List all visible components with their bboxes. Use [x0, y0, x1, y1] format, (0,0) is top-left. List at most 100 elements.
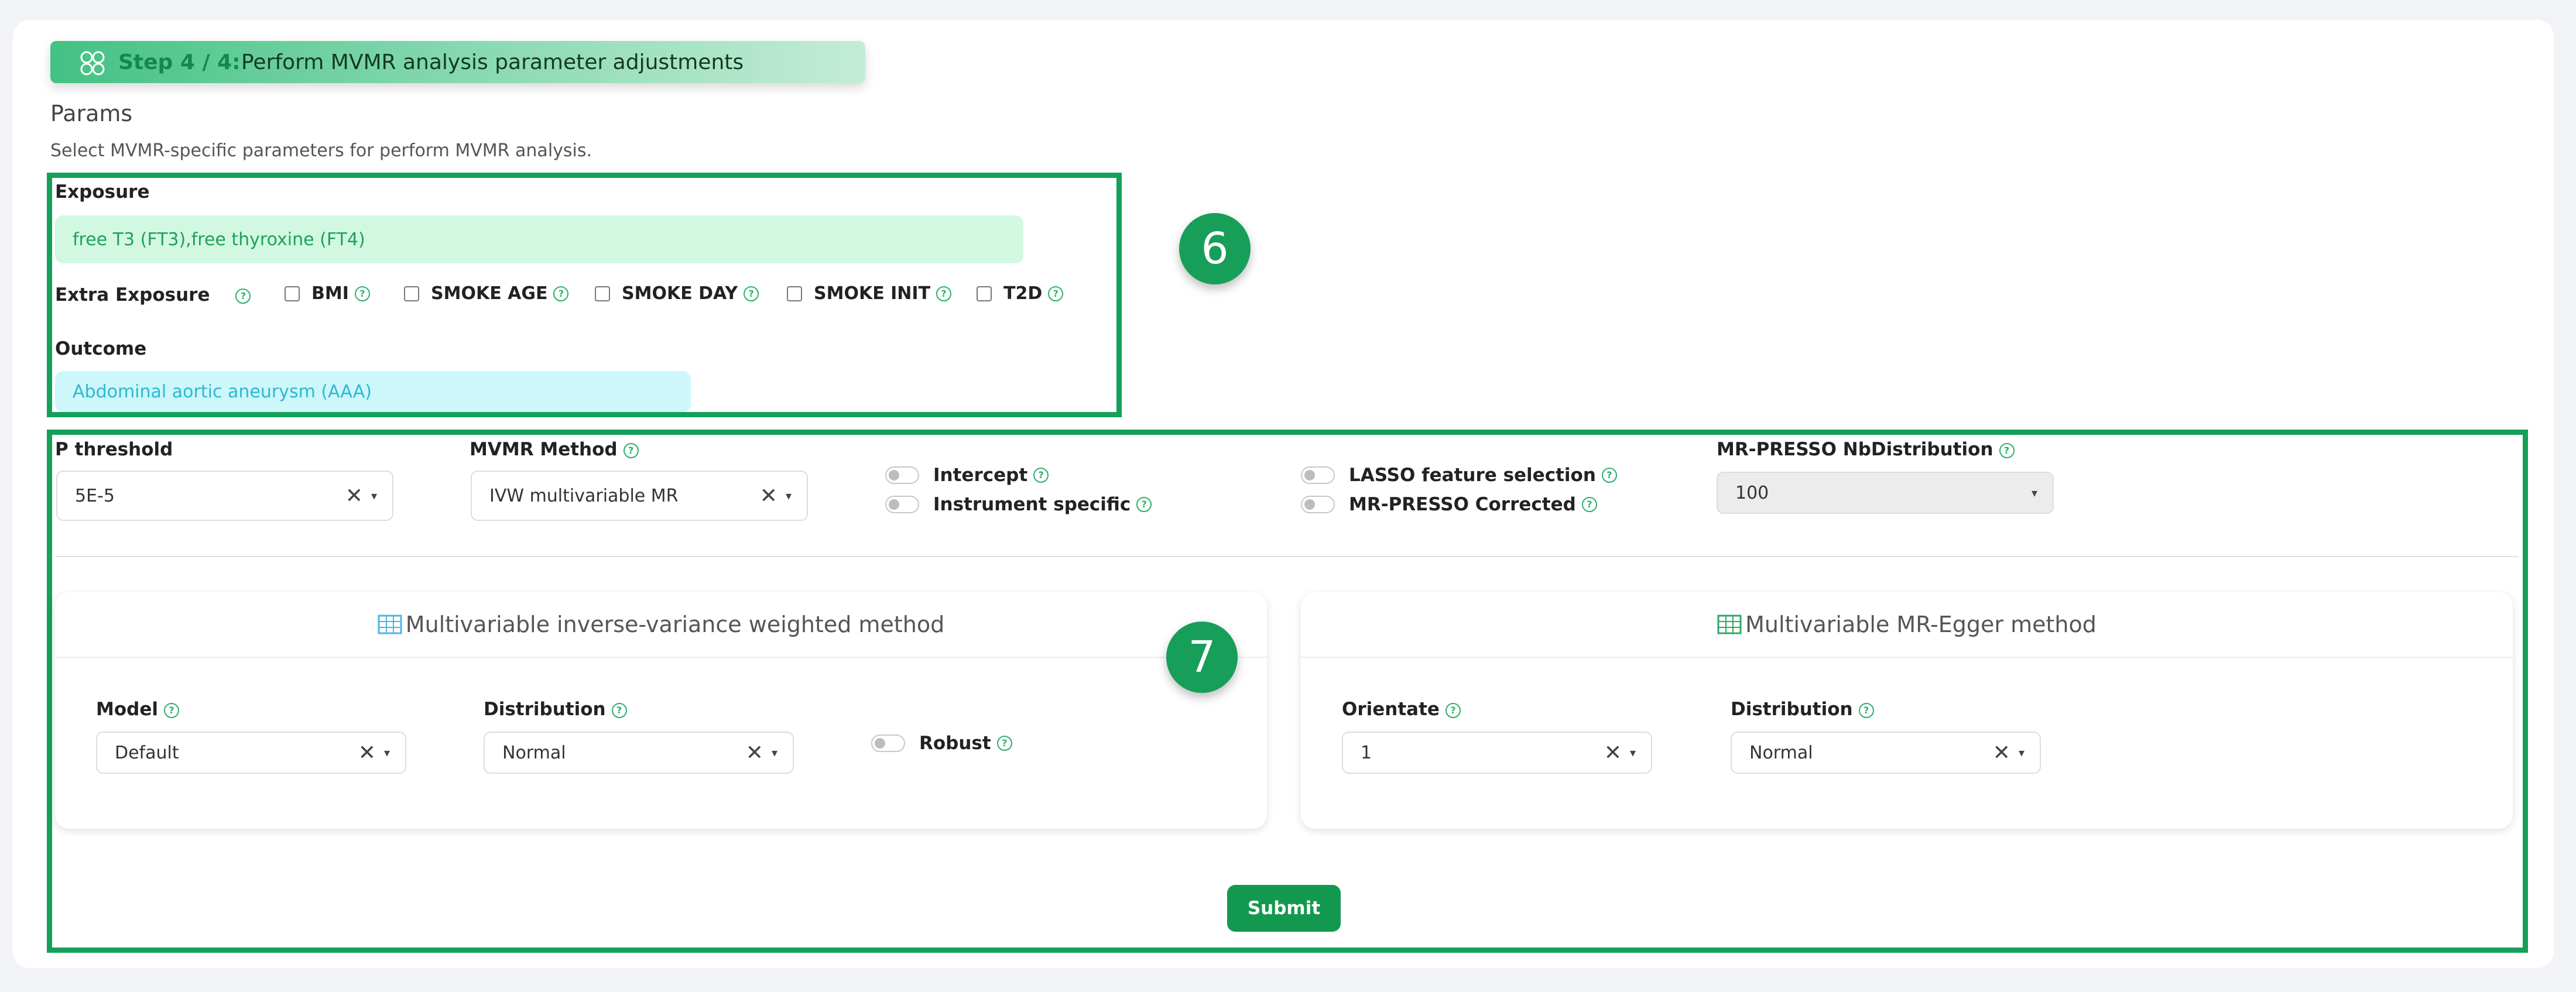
checkbox-t2d[interactable]: T2D ?: [977, 283, 1064, 304]
p-threshold-select[interactable]: 5E-5 ✕ ▾: [56, 471, 393, 521]
exposure-field[interactable]: free T3 (FT3),free thyroxine (FT4): [55, 215, 1023, 263]
p-threshold-label: P threshold: [55, 439, 173, 460]
submit-button[interactable]: Submit: [1227, 885, 1341, 932]
robust-label: Robust: [919, 733, 991, 754]
grid-circles-icon: [80, 51, 105, 75]
help-icon[interactable]: ?: [611, 702, 627, 718]
checkbox-smoke-init[interactable]: SMOKE INIT ?: [787, 283, 952, 304]
p-threshold-value: 5E-5: [75, 485, 115, 506]
section-divider: [55, 556, 2519, 557]
params-title: Params: [50, 101, 133, 126]
orientate-value: 1: [1361, 742, 1372, 763]
intercept-label: Intercept: [933, 465, 1028, 486]
chevron-down-icon[interactable]: ▾: [786, 489, 792, 503]
ivw-distribution-value: Normal: [502, 742, 566, 763]
toggle-switch[interactable]: [885, 466, 919, 484]
ivw-distribution-label: Distribution?: [484, 699, 627, 720]
clear-icon[interactable]: ✕: [345, 484, 363, 508]
help-icon[interactable]: ?: [1048, 286, 1064, 301]
lasso-toggle[interactable]: LASSO feature selection ?: [1301, 465, 1617, 486]
ivw-panel-title: Multivariable inverse-variance weighted …: [405, 612, 945, 637]
help-icon[interactable]: ?: [1581, 497, 1597, 512]
clear-icon[interactable]: ✕: [746, 741, 763, 765]
mvmr-method-label-text: MVMR Method: [470, 439, 618, 460]
outcome-label: Outcome: [55, 338, 147, 359]
toggle-switch[interactable]: [1301, 496, 1335, 513]
egger-distribution-select[interactable]: Normal ✕ ▾: [1731, 732, 2041, 774]
ivw-distribution-select[interactable]: Normal ✕ ▾: [484, 732, 794, 774]
robust-toggle[interactable]: Robust ?: [871, 733, 1012, 754]
help-icon[interactable]: ?: [1999, 442, 2015, 458]
mvmr-method-label: MVMR Method?: [470, 439, 639, 460]
checkbox-label: T2D: [1003, 283, 1043, 304]
clear-icon[interactable]: ✕: [1604, 741, 1622, 765]
mvmr-method-select[interactable]: IVW multivariable MR ✕ ▾: [471, 471, 808, 521]
orientate-label: Orientate?: [1342, 699, 1461, 720]
checkbox-label: SMOKE AGE: [431, 283, 548, 304]
mvmr-method-value: IVW multivariable MR: [489, 485, 679, 506]
intercept-toggle[interactable]: Intercept ?: [885, 465, 1049, 486]
step-banner: Step 4 / 4: Perform MVMR analysis parame…: [50, 41, 865, 83]
table-icon: [1717, 615, 1742, 634]
ivw-panel-header: Multivariable inverse-variance weighted …: [55, 592, 1267, 658]
checkbox-label: SMOKE DAY: [622, 283, 738, 304]
chevron-down-icon[interactable]: ▾: [384, 746, 390, 760]
help-icon[interactable]: ?: [553, 286, 569, 301]
outcome-field[interactable]: Abdominal aortic aneurysm (AAA): [55, 371, 691, 412]
checkbox-box[interactable]: [595, 286, 610, 301]
mrpresso-corrected-toggle[interactable]: MR-PRESSO Corrected ?: [1301, 494, 1597, 515]
chevron-down-icon[interactable]: ▾: [772, 746, 777, 760]
model-value: Default: [115, 742, 179, 763]
exposure-label: Exposure: [55, 181, 150, 202]
mrpresso-nb-value: 100: [1735, 482, 1769, 503]
checkbox-box[interactable]: [787, 286, 802, 301]
extra-exposure-label: Extra Exposure?: [55, 284, 251, 306]
help-icon[interactable]: ?: [936, 286, 952, 301]
annotation-badge-7: 7: [1166, 622, 1238, 693]
chevron-down-icon[interactable]: ▾: [2032, 486, 2037, 500]
help-icon[interactable]: ?: [1033, 468, 1049, 483]
help-icon[interactable]: ?: [1136, 497, 1152, 512]
checkbox-label: BMI: [311, 283, 349, 304]
checkbox-box[interactable]: [285, 286, 300, 301]
help-icon[interactable]: ?: [235, 288, 251, 304]
chevron-down-icon[interactable]: ▾: [2019, 746, 2025, 760]
mrpresso-corrected-label: MR-PRESSO Corrected: [1349, 494, 1576, 515]
checkbox-bmi[interactable]: BMI ?: [285, 283, 370, 304]
chevron-down-icon[interactable]: ▾: [371, 489, 377, 503]
instrument-specific-toggle[interactable]: Instrument specific ?: [885, 494, 1152, 515]
model-select[interactable]: Default ✕ ▾: [96, 732, 406, 774]
params-subtitle: Select MVMR-specific parameters for perf…: [50, 140, 592, 161]
help-icon[interactable]: ?: [744, 286, 759, 301]
checkbox-smoke-day[interactable]: SMOKE DAY ?: [595, 283, 759, 304]
ivw-distribution-label-text: Distribution: [484, 699, 606, 720]
clear-icon[interactable]: ✕: [1993, 741, 2010, 765]
checkbox-box[interactable]: [404, 286, 419, 301]
table-icon: [378, 615, 402, 634]
egger-panel: Multivariable MR-Egger method: [1301, 592, 2513, 829]
help-icon[interactable]: ?: [1601, 468, 1617, 483]
help-icon[interactable]: ?: [996, 736, 1012, 751]
clear-icon[interactable]: ✕: [760, 484, 777, 508]
chevron-down-icon[interactable]: ▾: [1630, 746, 1636, 760]
toggle-switch[interactable]: [885, 496, 919, 513]
ivw-panel: Multivariable inverse-variance weighted …: [55, 592, 1267, 829]
help-icon[interactable]: ?: [164, 702, 179, 718]
help-icon[interactable]: ?: [1858, 702, 1874, 718]
checkbox-smoke-age[interactable]: SMOKE AGE ?: [404, 283, 569, 304]
mrpresso-nb-select[interactable]: 100 ▾: [1717, 472, 2054, 514]
help-icon[interactable]: ?: [1445, 702, 1461, 718]
clear-icon[interactable]: ✕: [358, 741, 376, 765]
help-icon[interactable]: ?: [623, 442, 639, 458]
toggle-switch[interactable]: [1301, 466, 1335, 484]
egger-panel-header: Multivariable MR-Egger method: [1301, 592, 2513, 658]
egger-distribution-label: Distribution?: [1731, 699, 1874, 720]
step-title: Perform MVMR analysis parameter adjustme…: [241, 50, 744, 74]
orientate-select[interactable]: 1 ✕ ▾: [1342, 732, 1652, 774]
model-label: Model?: [96, 699, 179, 720]
checkbox-box[interactable]: [977, 286, 992, 301]
step-number: Step 4 / 4:: [118, 50, 241, 74]
toggle-switch[interactable]: [871, 734, 905, 752]
help-icon[interactable]: ?: [354, 286, 370, 301]
lasso-label: LASSO feature selection: [1349, 465, 1596, 486]
